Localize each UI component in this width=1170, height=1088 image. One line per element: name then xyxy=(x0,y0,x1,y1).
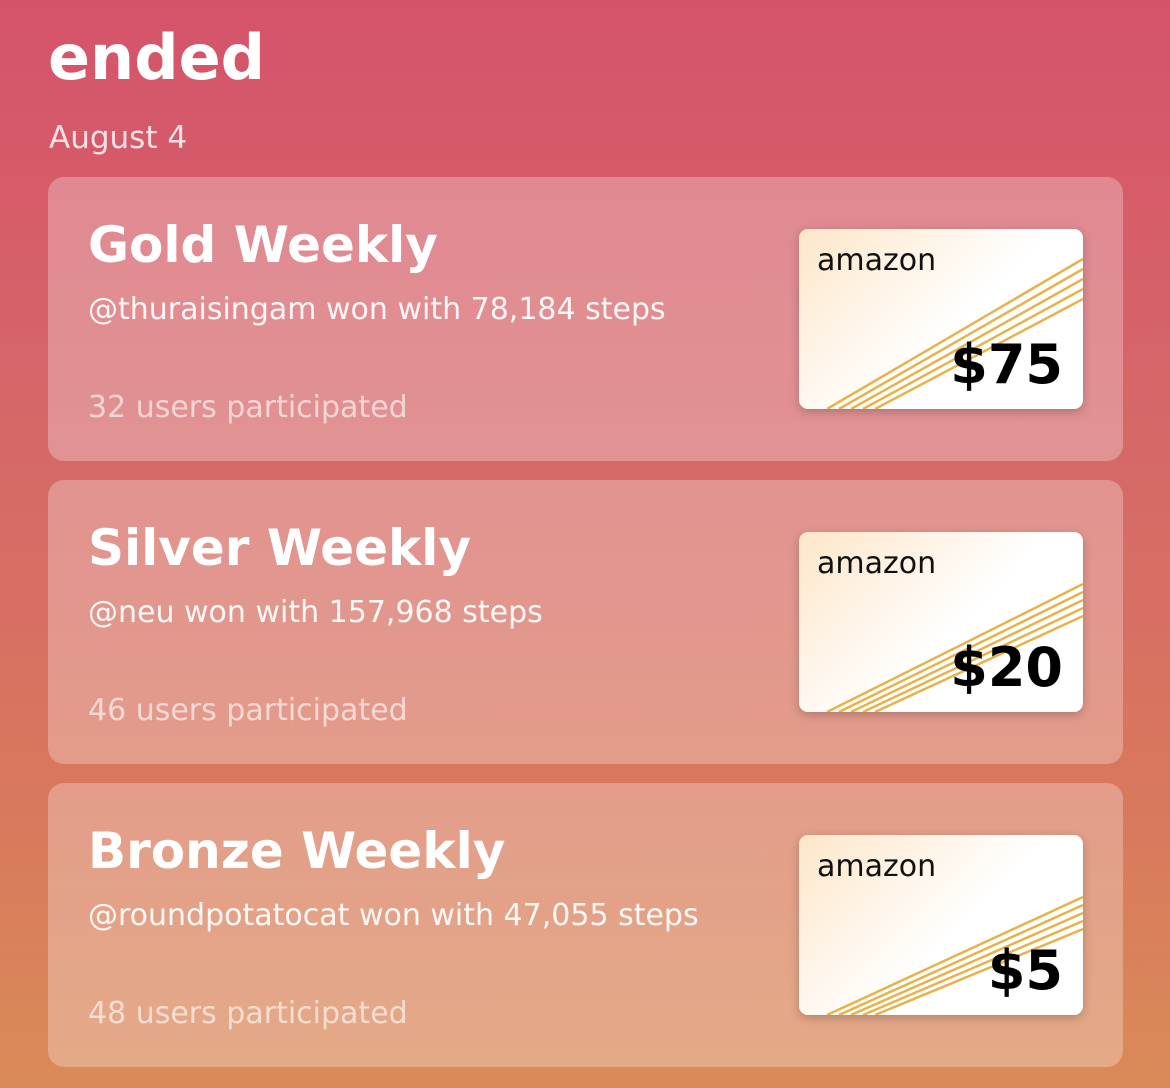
section-date: August 4 xyxy=(49,120,188,156)
challenge-card-silver[interactable]: Silver Weekly @neu won with 157,968 step… xyxy=(48,480,1123,764)
gift-amount: $5 xyxy=(987,939,1063,1002)
gift-card-image: amazon $5 xyxy=(799,835,1083,1015)
section-title: ended xyxy=(48,21,265,94)
gift-card-image: amazon $75 xyxy=(799,229,1083,409)
amazon-logo-text: amazon xyxy=(817,546,937,581)
challenge-card-bronze[interactable]: Bronze Weekly @roundpotatocat won with 4… xyxy=(48,783,1123,1067)
gift-card-image: amazon $20 xyxy=(799,532,1083,712)
challenge-card-gold[interactable]: Gold Weekly @thuraisingam won with 78,18… xyxy=(48,177,1123,461)
amazon-logo-text: amazon xyxy=(817,243,937,278)
challenge-title: Bronze Weekly xyxy=(88,822,506,880)
gift-amount: $75 xyxy=(950,333,1063,396)
participants-count: 32 users participated xyxy=(88,390,408,425)
participants-count: 46 users participated xyxy=(88,693,408,728)
winner-text: @thuraisingam won with 78,184 steps xyxy=(88,292,666,327)
challenge-title: Silver Weekly xyxy=(88,519,472,577)
winner-text: @neu won with 157,968 steps xyxy=(88,595,543,630)
gift-amount: $20 xyxy=(950,636,1063,699)
winner-text: @roundpotatocat won with 47,055 steps xyxy=(88,898,699,933)
amazon-logo-text: amazon xyxy=(817,849,937,884)
challenge-title: Gold Weekly xyxy=(88,216,438,274)
participants-count: 48 users participated xyxy=(88,996,408,1031)
